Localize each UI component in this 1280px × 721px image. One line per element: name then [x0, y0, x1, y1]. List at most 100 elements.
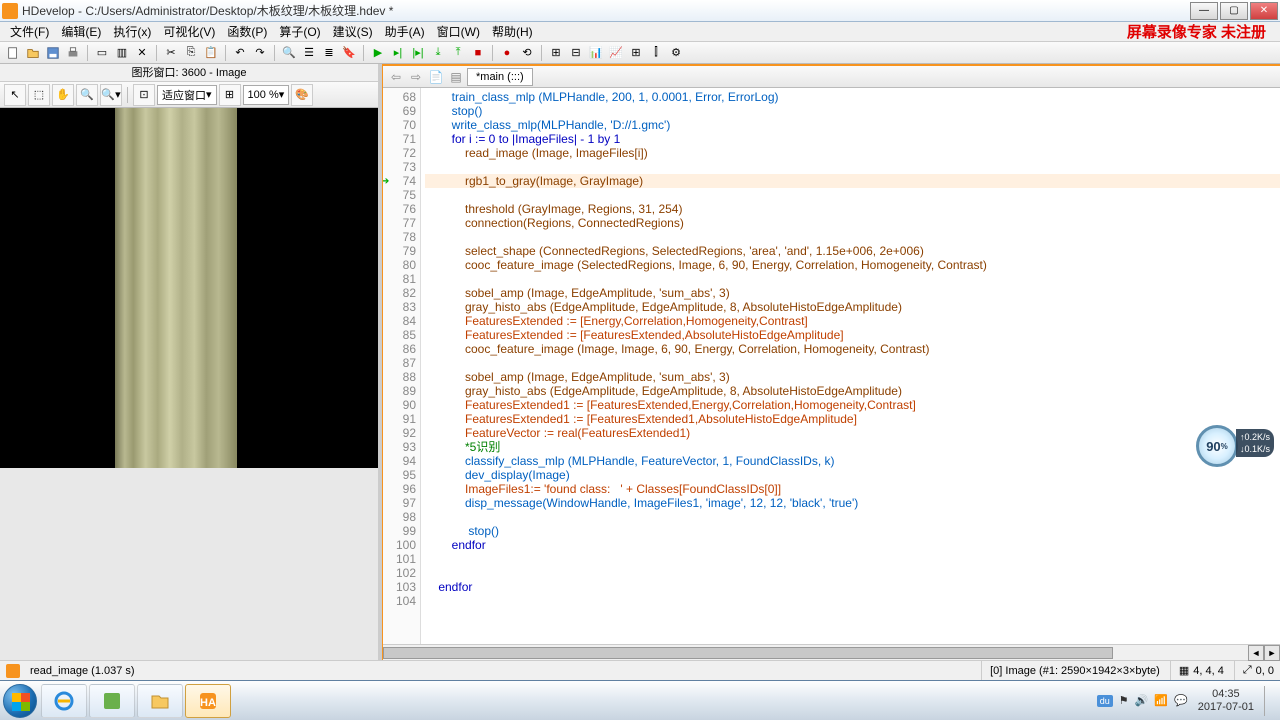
fit-icon[interactable]: ⊡	[133, 84, 155, 106]
cut-icon[interactable]: ✂	[162, 44, 180, 62]
menu-item[interactable]: 可视化(V)	[157, 24, 221, 40]
status-app-icon	[6, 664, 20, 678]
minimize-button[interactable]: —	[1190, 2, 1218, 20]
list2-icon[interactable]: ≣	[320, 44, 338, 62]
editor-tab-bar: ⇦ ⇨ 📄 ▤ *main (:::)	[383, 66, 1280, 88]
pointer-icon[interactable]: ↖	[4, 84, 26, 106]
status-rowcol: ⤢ 0, 0	[1234, 661, 1274, 680]
tray-du-icon[interactable]: du	[1097, 695, 1113, 707]
show-desktop-button[interactable]	[1264, 686, 1272, 716]
taskbar-app1[interactable]	[89, 684, 135, 718]
settings-icon[interactable]: ⚙	[667, 44, 685, 62]
menu-item[interactable]: 文件(F)	[4, 24, 55, 40]
network-gauge-widget[interactable]: 90% ↑0.2K/s↓0.1K/s	[1196, 425, 1264, 467]
close-button[interactable]: ✕	[1250, 2, 1278, 20]
save-icon[interactable]	[44, 44, 62, 62]
menu-item[interactable]: 帮助(H)	[486, 24, 539, 40]
menu-item[interactable]: 函数(P)	[221, 24, 273, 40]
assist2-icon[interactable]: ⊟	[567, 44, 585, 62]
tray-volume-icon[interactable]: 🔊	[1135, 694, 1149, 707]
status-coord: ▦ 4, 4, 4	[1170, 661, 1224, 680]
line-gutter: 68697071727374➔7576777879808182838485868…	[383, 88, 421, 644]
open-icon[interactable]	[24, 44, 42, 62]
code-body[interactable]: train_class_mlp (MLPHandle, 200, 1, 0.00…	[421, 88, 1280, 644]
copy-icon[interactable]: ⎘	[182, 44, 200, 62]
taskbar-ie[interactable]	[41, 684, 87, 718]
menu-item[interactable]: 编辑(E)	[55, 24, 107, 40]
windows-taskbar: HA du ⚑ 🔊 📶 💬 04:352017-07-01	[0, 680, 1280, 720]
bookmark-icon[interactable]: 🔖	[340, 44, 358, 62]
windows-icon[interactable]: ▥	[113, 44, 131, 62]
scrollbar-thumb[interactable]	[383, 647, 1113, 659]
step-into-icon[interactable]: ⤓	[429, 44, 447, 62]
menu-item[interactable]: 执行(x)	[107, 24, 157, 40]
taskbar-explorer[interactable]	[137, 684, 183, 718]
svg-text:HA: HA	[200, 697, 216, 709]
zoom-combo[interactable]: 100 % ▾	[243, 85, 290, 105]
window-title: HDevelop - C:/Users/Administrator/Deskto…	[22, 2, 1188, 19]
paste-icon[interactable]: 📋	[202, 44, 220, 62]
watermark-text: 屏幕录像专家 未注册	[1127, 21, 1276, 42]
nav-func-icon[interactable]: 📄	[427, 68, 445, 86]
stop-icon[interactable]: ■	[469, 44, 487, 62]
menu-item[interactable]: 助手(A)	[379, 24, 431, 40]
step-out-icon[interactable]: ⤒	[449, 44, 467, 62]
menu-item[interactable]: 窗口(W)	[431, 24, 486, 40]
tray-flag-icon[interactable]: ⚑	[1119, 694, 1129, 707]
menu-bar: 文件(F)编辑(E)执行(x)可视化(V)函数(P)算子(O)建议(S)助手(A…	[0, 22, 1280, 42]
menu-item[interactable]: 算子(O)	[273, 24, 326, 40]
nav-list-icon[interactable]: ▤	[447, 68, 465, 86]
color-icon[interactable]: 🎨	[291, 84, 313, 106]
chart2-icon[interactable]: 📈	[607, 44, 625, 62]
chart4-icon[interactable]: ⫿	[647, 44, 665, 62]
step-over-icon[interactable]: |▸|	[409, 44, 427, 62]
zoom-in-icon[interactable]: 🔍	[76, 84, 98, 106]
new-icon[interactable]	[4, 44, 22, 62]
list-icon[interactable]: ☰	[300, 44, 318, 62]
clear-icon[interactable]: ✕	[133, 44, 151, 62]
graphics-window-title: 图形窗口: 3600 - Image	[0, 64, 378, 82]
chart1-icon[interactable]: 📊	[587, 44, 605, 62]
window-icon[interactable]: ▭	[93, 44, 111, 62]
displayed-image	[115, 108, 237, 468]
graphics-viewport[interactable]	[0, 108, 378, 468]
run-icon[interactable]: ▶	[369, 44, 387, 62]
status-bar: read_image (1.037 s) [0] Image (#1: 2590…	[0, 660, 1280, 680]
select-icon[interactable]: ⬚	[28, 84, 50, 106]
assist1-icon[interactable]: ⊞	[547, 44, 565, 62]
fit-combo[interactable]: 适应窗口 ▾	[157, 85, 217, 105]
editor-tab-main[interactable]: *main (:::)	[467, 68, 533, 86]
nav-back-icon[interactable]: ⇦	[387, 68, 405, 86]
status-image-info: [0] Image (#1: 2590×1942×3×byte)	[981, 661, 1160, 680]
main-toolbar: ▭ ▥ ✕ ✂ ⎘ 📋 ↶ ↷ 🔍 ☰ ≣ 🔖 ▶ ▸| |▸| ⤓ ⤒ ■ ●…	[0, 42, 1280, 64]
menu-item[interactable]: 建议(S)	[327, 24, 379, 40]
graphics-empty-area	[0, 468, 378, 660]
editor-pane: ⇦ ⇨ 📄 ▤ *main (:::) 68697071727374➔75767…	[382, 64, 1280, 660]
tray-network-icon[interactable]: 📶	[1154, 694, 1168, 707]
system-tray: du ⚑ 🔊 📶 💬 04:352017-07-01	[1089, 681, 1280, 720]
redo-icon[interactable]: ↷	[251, 44, 269, 62]
print-icon[interactable]	[64, 44, 82, 62]
taskbar-hdevelop[interactable]: HA	[185, 684, 231, 718]
reset-icon[interactable]: ⟲	[518, 44, 536, 62]
hand-icon[interactable]: ✋	[52, 84, 74, 106]
chart3-icon[interactable]: ⊞	[627, 44, 645, 62]
editor-hscroll[interactable]: ◄ ►	[383, 644, 1280, 660]
start-button[interactable]	[0, 681, 40, 721]
code-editor[interactable]: 68697071727374➔7576777879808182838485868…	[383, 88, 1280, 644]
scroll-left-icon[interactable]: ◄	[1248, 645, 1264, 661]
tray-msg-icon[interactable]: 💬	[1174, 694, 1188, 707]
scale-icon[interactable]: ⊞	[219, 84, 241, 106]
graphics-toolbar: ↖ ⬚ ✋ 🔍 🔍▾ ⊡ 适应窗口 ▾ ⊞ 100 % ▾ 🎨	[0, 82, 378, 108]
undo-icon[interactable]: ↶	[231, 44, 249, 62]
step-icon[interactable]: ▸|	[389, 44, 407, 62]
breakpoint-icon[interactable]: ●	[498, 44, 516, 62]
zoom-tool-icon[interactable]: 🔍▾	[100, 84, 122, 106]
taskbar-clock[interactable]: 04:352017-07-01	[1198, 688, 1254, 714]
find-icon[interactable]: 🔍	[280, 44, 298, 62]
nav-fwd-icon[interactable]: ⇨	[407, 68, 425, 86]
maximize-button[interactable]: ▢	[1220, 2, 1248, 20]
scroll-right-icon[interactable]: ►	[1264, 645, 1280, 661]
graphics-window-pane: 图形窗口: 3600 - Image ↖ ⬚ ✋ 🔍 🔍▾ ⊡ 适应窗口 ▾ ⊞…	[0, 64, 378, 660]
status-op: read_image (1.037 s)	[30, 665, 135, 677]
